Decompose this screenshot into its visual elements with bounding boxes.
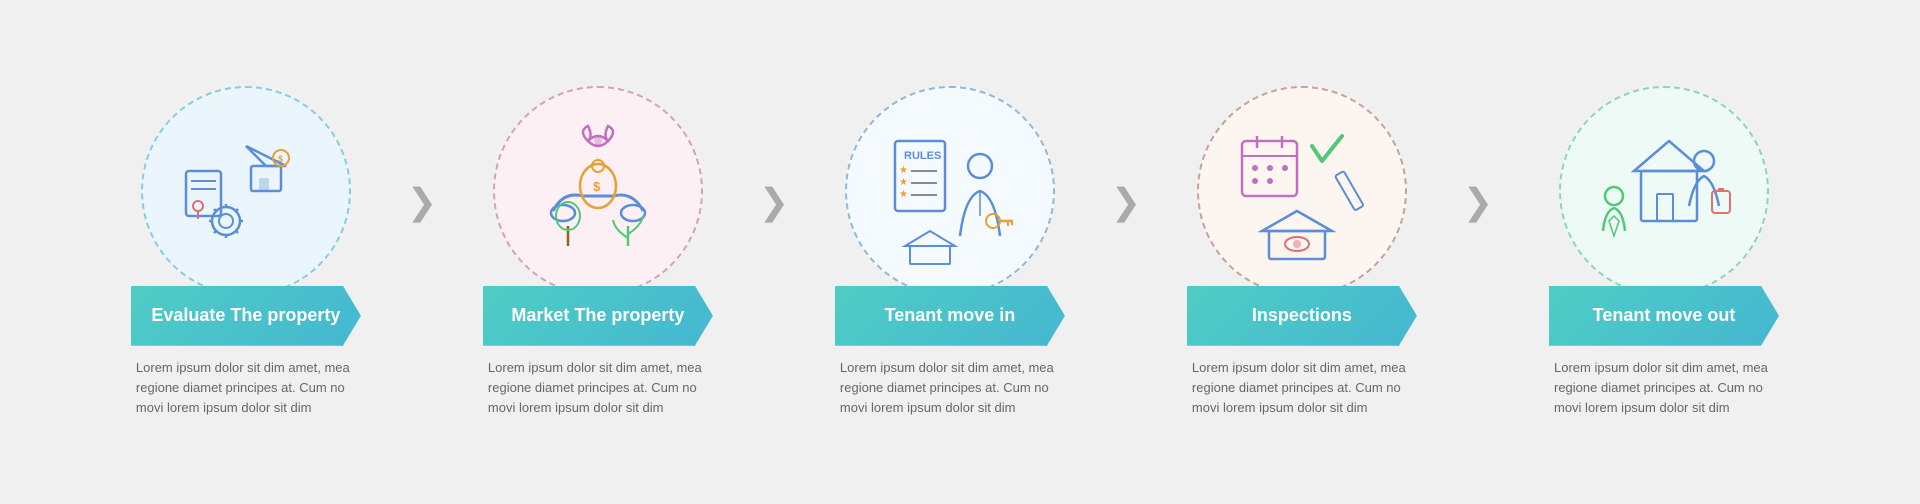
step-5-label: Tenant move out <box>1549 286 1779 346</box>
step-wrapper-3: RULES ★ ★ ★ <box>784 86 1136 418</box>
step-wrapper-2: $ Market The property Lorem ipsum dolor … <box>432 86 784 418</box>
svg-text:★: ★ <box>899 165 908 176</box>
step-5: Tenant move out Lorem ipsum dolor sit di… <box>1488 86 1840 418</box>
step-3-label: Tenant move in <box>835 286 1065 346</box>
svg-text:RULES: RULES <box>904 150 941 162</box>
infographic-container: $ Evaluate The property Lorem ipsum <box>50 66 1870 438</box>
step-1-description: Lorem ipsum dolor sit dim amet, mea regi… <box>131 358 361 418</box>
market-icon: $ <box>523 116 673 266</box>
step-5-description: Lorem ipsum dolor sit dim amet, mea regi… <box>1549 358 1779 418</box>
step-1-label: Evaluate The property <box>131 286 361 346</box>
tenant-in-icon: RULES ★ ★ ★ <box>875 116 1025 266</box>
step-wrapper-5: Tenant move out Lorem ipsum dolor sit di… <box>1488 86 1840 418</box>
step-2-description: Lorem ipsum dolor sit dim amet, mea regi… <box>483 358 713 418</box>
tenant-out-icon <box>1589 116 1739 266</box>
step-2-label: Market The property <box>483 286 713 346</box>
step-3-circle: RULES ★ ★ ★ <box>845 86 1055 296</box>
svg-text:$: $ <box>278 154 283 164</box>
step-4-label: Inspections <box>1187 286 1417 346</box>
step-2-circle: $ <box>493 86 703 296</box>
step-wrapper-4: Inspections Lorem ipsum dolor sit dim am… <box>1136 86 1488 418</box>
step-1: $ Evaluate The property Lorem ipsum <box>80 86 412 418</box>
step-3: RULES ★ ★ ★ <box>784 86 1116 418</box>
step-4: Inspections Lorem ipsum dolor sit dim am… <box>1136 86 1468 418</box>
step-5-circle <box>1559 86 1769 296</box>
step-1-circle: $ <box>141 86 351 296</box>
svg-text:★: ★ <box>899 177 908 188</box>
step-4-circle <box>1197 86 1407 296</box>
step-wrapper-1: $ Evaluate The property Lorem ipsum <box>80 86 432 418</box>
step-4-description: Lorem ipsum dolor sit dim amet, mea regi… <box>1187 358 1417 418</box>
step-3-description: Lorem ipsum dolor sit dim amet, mea regi… <box>835 358 1065 418</box>
step-2: $ Market The property Lorem ipsum dolor … <box>432 86 764 418</box>
inspections-icon <box>1227 116 1377 266</box>
svg-text:$: $ <box>593 179 601 194</box>
evaluate-icon: $ <box>171 116 321 266</box>
svg-text:★: ★ <box>899 189 908 200</box>
